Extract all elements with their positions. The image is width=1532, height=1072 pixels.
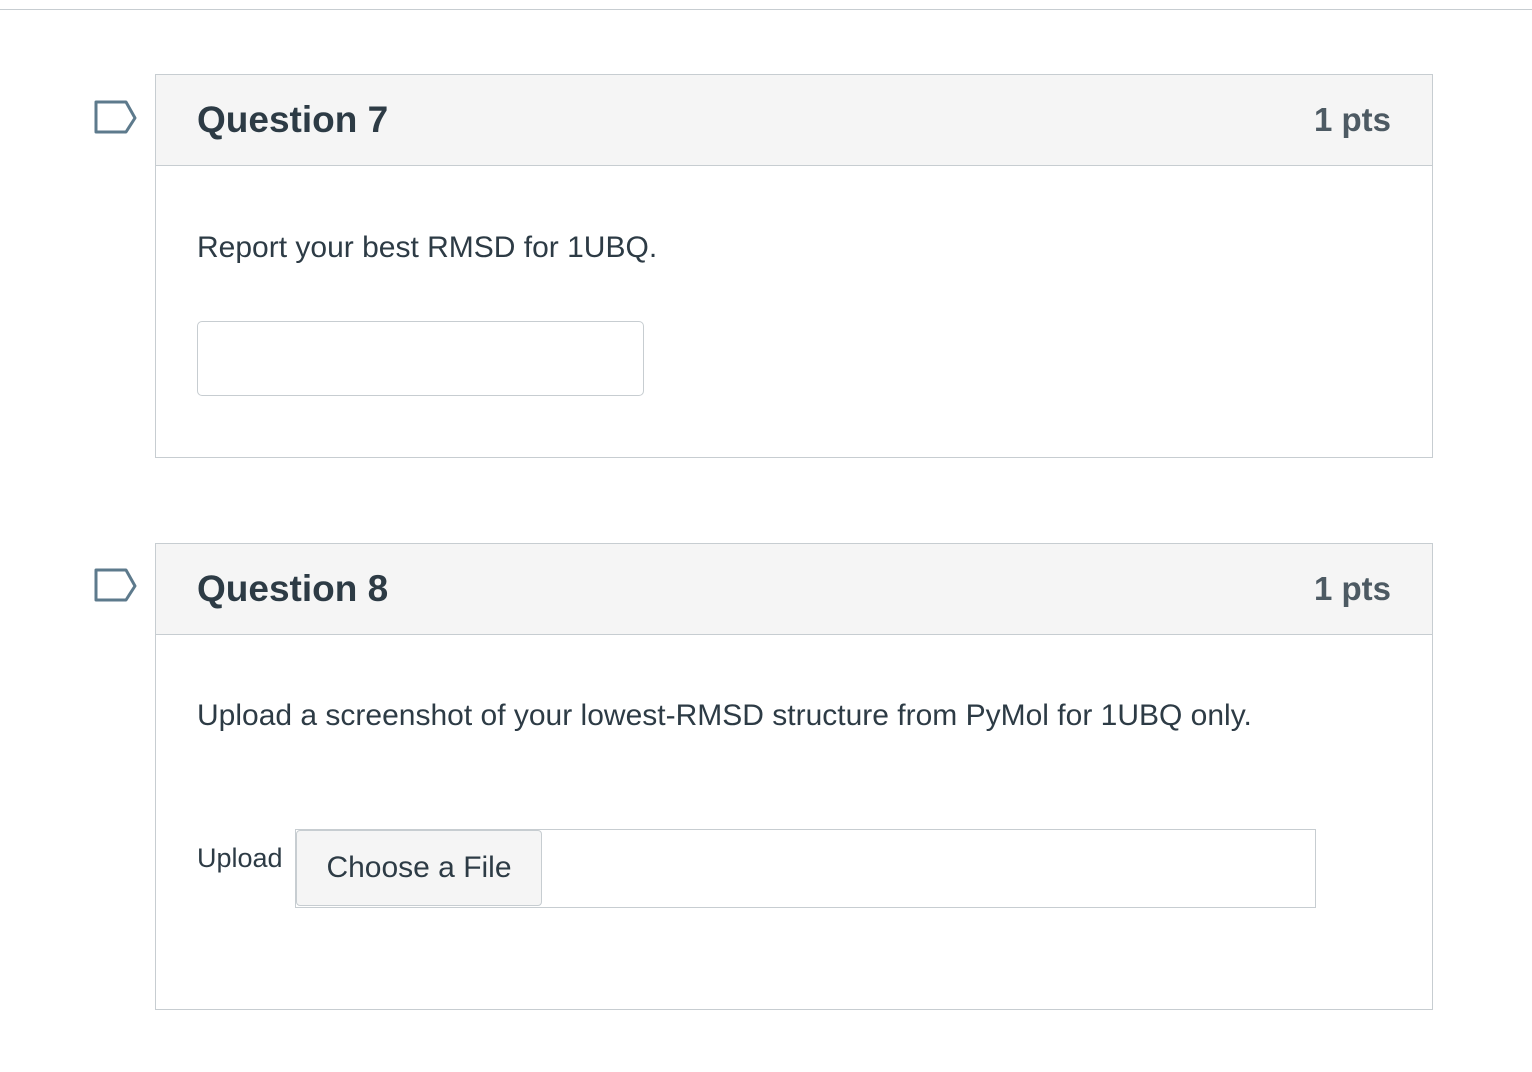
- question-title: Question 8: [197, 568, 389, 609]
- flag-question-icon[interactable]: [94, 568, 138, 604]
- choose-file-button[interactable]: Choose a File: [296, 830, 542, 906]
- top-divider: [0, 9, 1532, 10]
- question-header: Question 8 1 pts: [156, 544, 1432, 635]
- question-prompt: Upload a screenshot of your lowest-RMSD …: [197, 699, 1252, 732]
- flag-question-icon[interactable]: [94, 100, 138, 136]
- question-header: Question 7 1 pts: [156, 75, 1432, 166]
- question-title: Question 7: [197, 99, 389, 140]
- file-upload-field[interactable]: Choose a File: [295, 829, 1316, 908]
- question-7-card: Question 7 1 pts Report your best RMSD f…: [155, 74, 1433, 458]
- upload-label: Upload: [197, 843, 283, 873]
- answer-input[interactable]: [197, 321, 644, 396]
- question-points: 1 pts: [1313, 570, 1391, 607]
- question-8-card: Question 8 1 pts Upload a screenshot of …: [155, 543, 1433, 1010]
- question-points: 1 pts: [1313, 101, 1391, 138]
- question-prompt: Report your best RMSD for 1UBQ.: [197, 231, 658, 264]
